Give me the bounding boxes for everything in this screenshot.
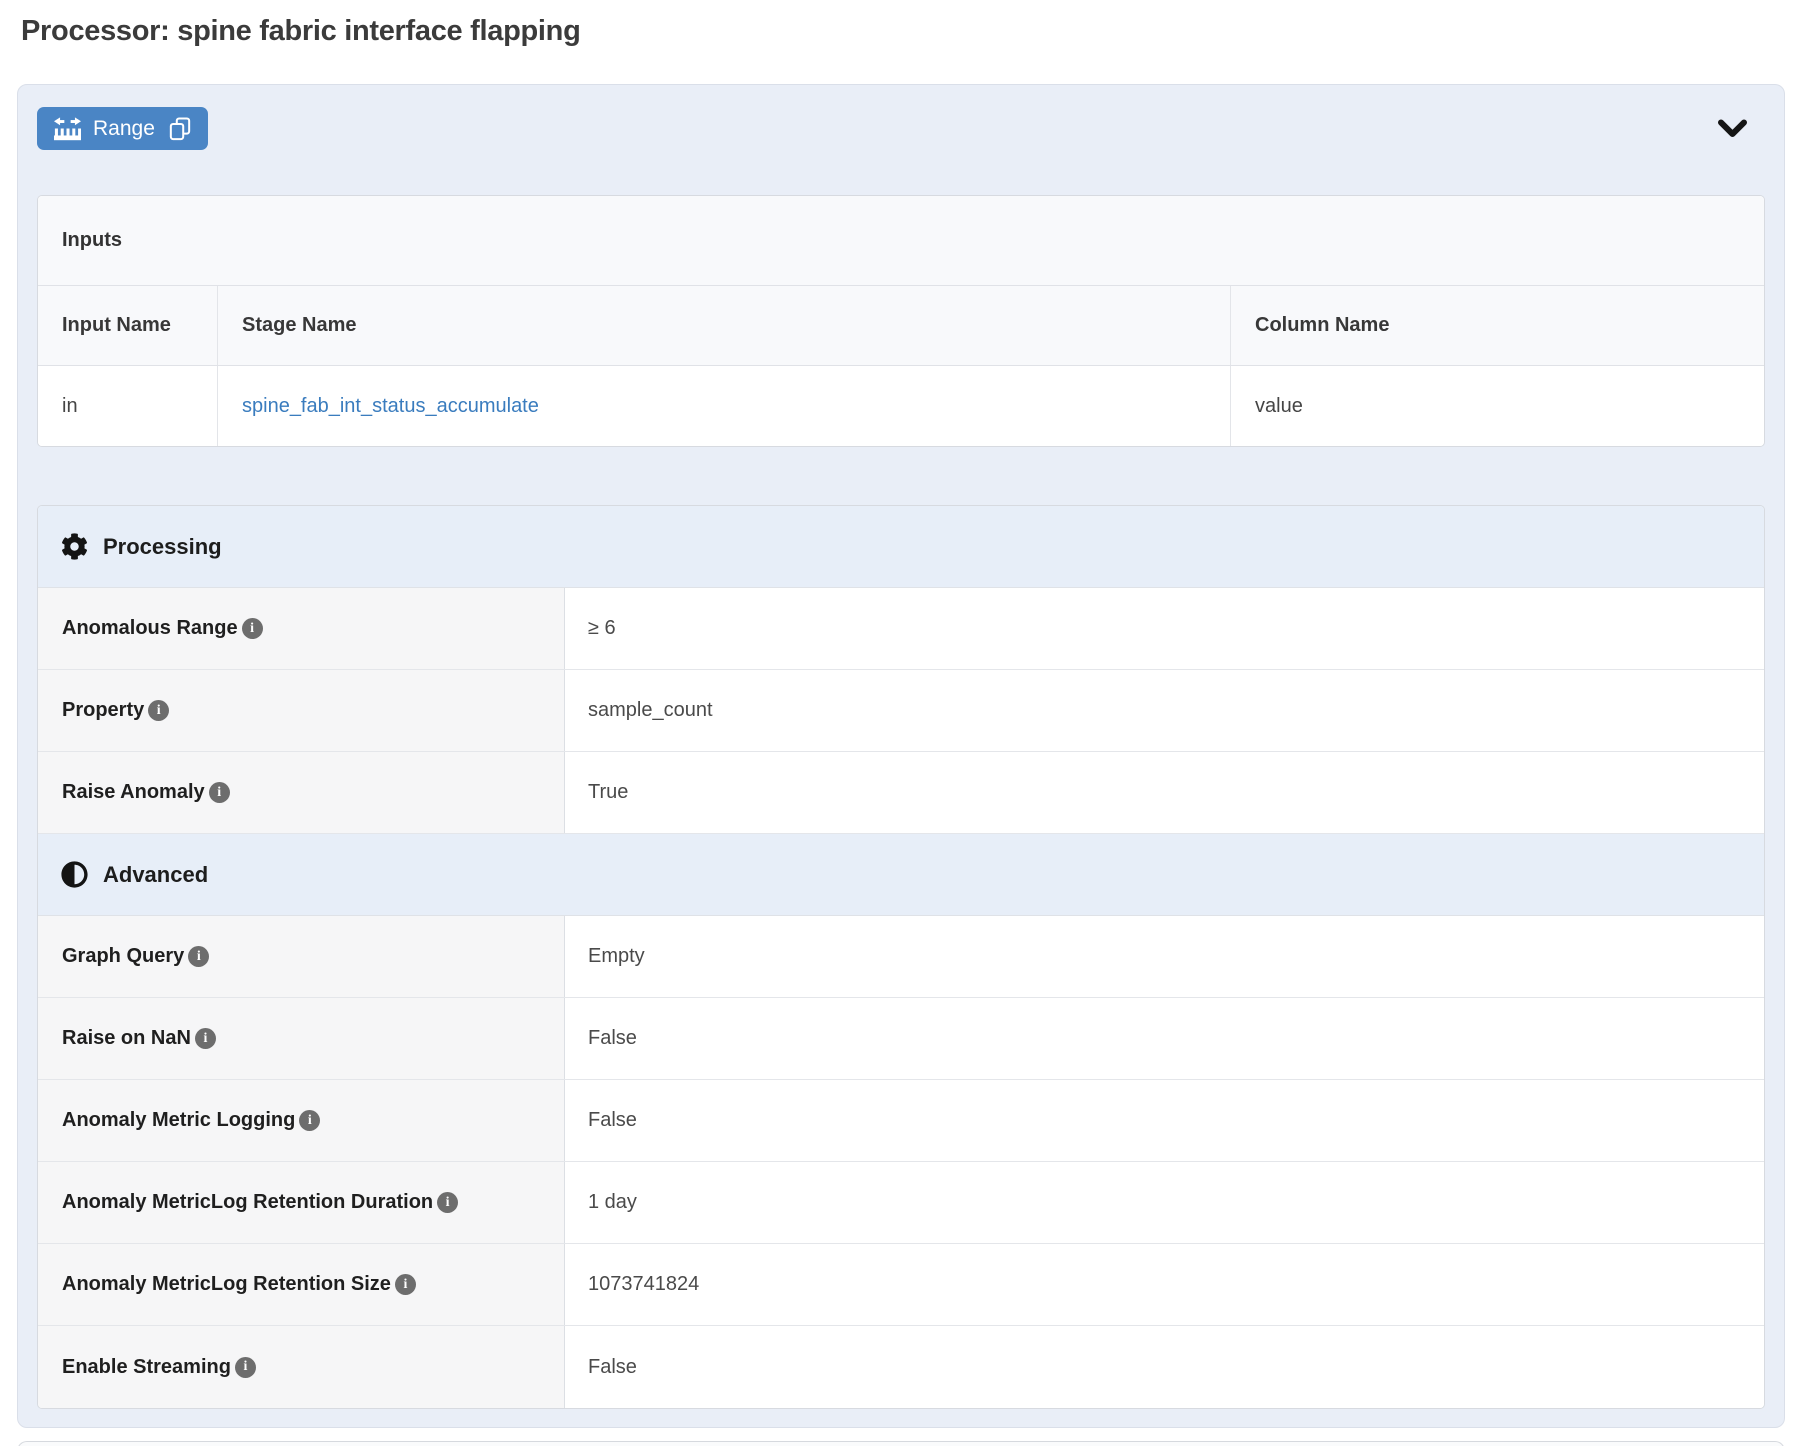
property-value: Empty <box>565 916 1764 997</box>
inputs-table: Inputs Input Name Stage Name Column Name… <box>37 195 1765 447</box>
stage-name-link[interactable]: spine_fab_int_status_accumulate <box>242 395 539 418</box>
property-row: Raise on NaN i False <box>38 998 1764 1080</box>
column-header-stage-name: Stage Name <box>218 286 1231 365</box>
property-label-text: Property <box>62 699 144 722</box>
processor-properties-table: Processing Anomalous Range i ≥ 6 Propert… <box>37 505 1765 1409</box>
property-row: Property i sample_count <box>38 670 1764 752</box>
gear-icon <box>61 533 88 560</box>
property-row: Anomalous Range i ≥ 6 <box>38 588 1764 670</box>
property-row: Anomaly Metric Logging i False <box>38 1080 1764 1162</box>
property-label: Raise on NaN i <box>38 998 565 1079</box>
column-header-input-name: Input Name <box>38 286 218 365</box>
property-label-text: Graph Query <box>62 945 184 968</box>
info-icon[interactable]: i <box>235 1357 256 1378</box>
property-label-text: Anomalous Range <box>62 617 238 640</box>
next-processor-card-edge <box>17 1441 1785 1446</box>
column-header-column-name: Column Name <box>1231 286 1764 365</box>
property-value: ≥ 6 <box>565 588 1764 669</box>
panel-header: Range <box>37 107 1765 150</box>
property-label: Enable Streaming i <box>38 1326 565 1408</box>
half-circle-icon <box>61 861 88 888</box>
property-value: False <box>565 998 1764 1079</box>
property-label: Anomaly MetricLog Retention Duration i <box>38 1162 565 1243</box>
property-label: Anomaly Metric Logging i <box>38 1080 565 1161</box>
property-label: Graph Query i <box>38 916 565 997</box>
inputs-data-row: in spine_fab_int_status_accumulate value <box>38 366 1764 446</box>
info-icon[interactable]: i <box>395 1274 416 1295</box>
processor-panel: Range Inputs Input Name Stage Name Colum… <box>17 84 1785 1428</box>
range-icon <box>54 115 81 142</box>
range-button-label: Range <box>93 117 155 141</box>
copy-icon[interactable] <box>169 117 191 141</box>
property-value: 1073741824 <box>565 1244 1764 1325</box>
property-row: Enable Streaming i False <box>38 1326 1764 1408</box>
info-icon[interactable]: i <box>299 1110 320 1131</box>
property-value: True <box>565 752 1764 833</box>
inputs-header-row: Input Name Stage Name Column Name <box>38 286 1764 366</box>
range-stage-button[interactable]: Range <box>37 107 208 150</box>
stage-name-cell: spine_fab_int_status_accumulate <box>218 366 1231 446</box>
property-label-text: Anomaly MetricLog Retention Size <box>62 1273 391 1296</box>
chevron-down-icon <box>1717 118 1748 140</box>
page-title: Processor: spine fabric interface flappi… <box>21 15 1802 48</box>
property-label-text: Raise on NaN <box>62 1027 191 1050</box>
property-value: 1 day <box>565 1162 1764 1243</box>
property-value: False <box>565 1080 1764 1161</box>
info-icon[interactable]: i <box>437 1192 458 1213</box>
property-label-text: Raise Anomaly <box>62 781 205 804</box>
property-label: Raise Anomaly i <box>38 752 565 833</box>
input-name-cell: in <box>38 366 218 446</box>
property-value: sample_count <box>565 670 1764 751</box>
section-title: Processing <box>103 534 222 560</box>
property-label-text: Anomaly Metric Logging <box>62 1109 295 1132</box>
info-icon[interactable]: i <box>148 700 169 721</box>
column-name-cell: value <box>1231 366 1764 446</box>
property-label: Anomalous Range i <box>38 588 565 669</box>
property-label: Property i <box>38 670 565 751</box>
info-icon[interactable]: i <box>195 1028 216 1049</box>
collapse-panel-button[interactable] <box>1717 118 1748 140</box>
property-row: Raise Anomaly i True <box>38 752 1764 834</box>
property-row: Graph Query i Empty <box>38 916 1764 998</box>
section-header-processing: Processing <box>38 506 1764 588</box>
property-row: Anomaly MetricLog Retention Size i 10737… <box>38 1244 1764 1326</box>
section-title: Advanced <box>103 862 208 888</box>
info-icon[interactable]: i <box>209 782 230 803</box>
property-label-text: Enable Streaming <box>62 1356 231 1379</box>
property-value: False <box>565 1326 1764 1408</box>
inputs-caption: Inputs <box>38 196 1764 286</box>
property-row: Anomaly MetricLog Retention Duration i 1… <box>38 1162 1764 1244</box>
info-icon[interactable]: i <box>188 946 209 967</box>
section-header-advanced: Advanced <box>38 834 1764 916</box>
info-icon[interactable]: i <box>242 618 263 639</box>
property-label: Anomaly MetricLog Retention Size i <box>38 1244 565 1325</box>
property-label-text: Anomaly MetricLog Retention Duration <box>62 1191 433 1214</box>
